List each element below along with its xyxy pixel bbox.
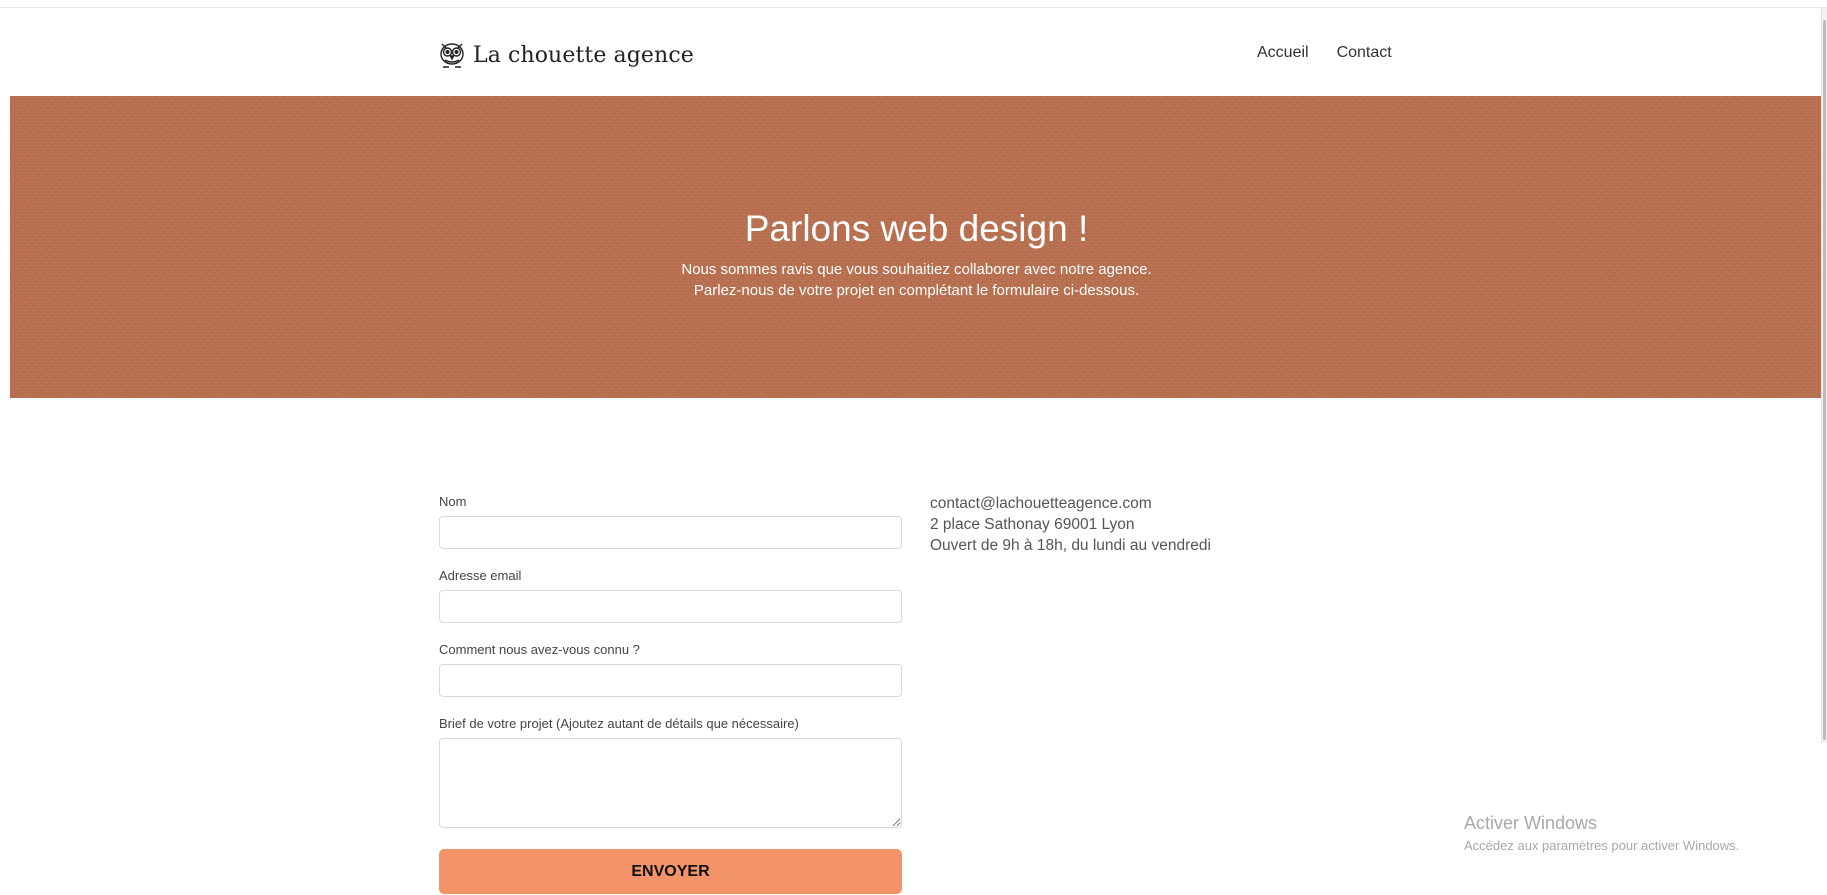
page: La chouette agence Accueil Contact Parlo…	[0, 0, 1827, 895]
name-input[interactable]	[439, 516, 902, 549]
scrollbar-thumb[interactable]	[1823, 20, 1826, 740]
referral-label: Comment nous avez-vous connu ?	[439, 642, 640, 657]
brand-name: La chouette agence	[473, 42, 694, 68]
email-input[interactable]	[439, 590, 902, 623]
main-nav: Accueil Contact	[1257, 44, 1392, 62]
nav-item-contact[interactable]: Contact	[1337, 44, 1392, 62]
brief-field-group: Brief de votre projet (Ajoutez autant de…	[439, 715, 902, 828]
brand-logo-link[interactable]: La chouette agence	[439, 38, 694, 72]
submit-button[interactable]: ENVOYER	[439, 849, 902, 894]
referral-input[interactable]	[439, 664, 902, 697]
brief-label: Brief de votre projet (Ajoutez autant de…	[439, 716, 799, 731]
hero-subtitle-line-2: Parlez-nous de votre projet en complétan…	[693, 282, 1140, 299]
nav-item-accueil[interactable]: Accueil	[1257, 44, 1309, 62]
vertical-scrollbar[interactable]	[1821, 8, 1827, 743]
contact-hours: Ouvert de 9h à 18h, du lundi au vendredi	[930, 537, 1211, 554]
referral-field-group: Comment nous avez-vous connu ?	[439, 641, 902, 697]
contact-address: 2 place Sathonay 69001 Lyon	[930, 516, 1135, 533]
name-label: Nom	[439, 494, 467, 509]
hero-title: Parlons web design !	[744, 208, 1089, 249]
contact-info: contact@lachouetteagence.com 2 place Sat…	[930, 493, 1211, 556]
name-field-group: Nom	[439, 493, 902, 549]
windows-activation-watermark: Activer Windows Accédez aux paramètres p…	[1464, 813, 1739, 853]
top-divider	[0, 7, 1827, 8]
hero-subtitle-line-1: Nous sommes ravis que vous souhaitiez co…	[681, 261, 1152, 278]
email-field-group: Adresse email	[439, 567, 902, 623]
watermark-title: Activer Windows	[1464, 813, 1598, 833]
contact-form: Nom Adresse email Comment nous avez-vous…	[439, 493, 902, 894]
brief-textarea[interactable]	[439, 738, 902, 828]
watermark-subtitle: Accédez aux paramètres pour activer Wind…	[1464, 838, 1740, 853]
email-label: Adresse email	[439, 568, 522, 583]
owl-icon	[439, 39, 465, 71]
hero-banner: Parlons web design ! Nous sommes ravis q…	[10, 96, 1823, 398]
contact-email: contact@lachouetteagence.com	[930, 495, 1152, 512]
